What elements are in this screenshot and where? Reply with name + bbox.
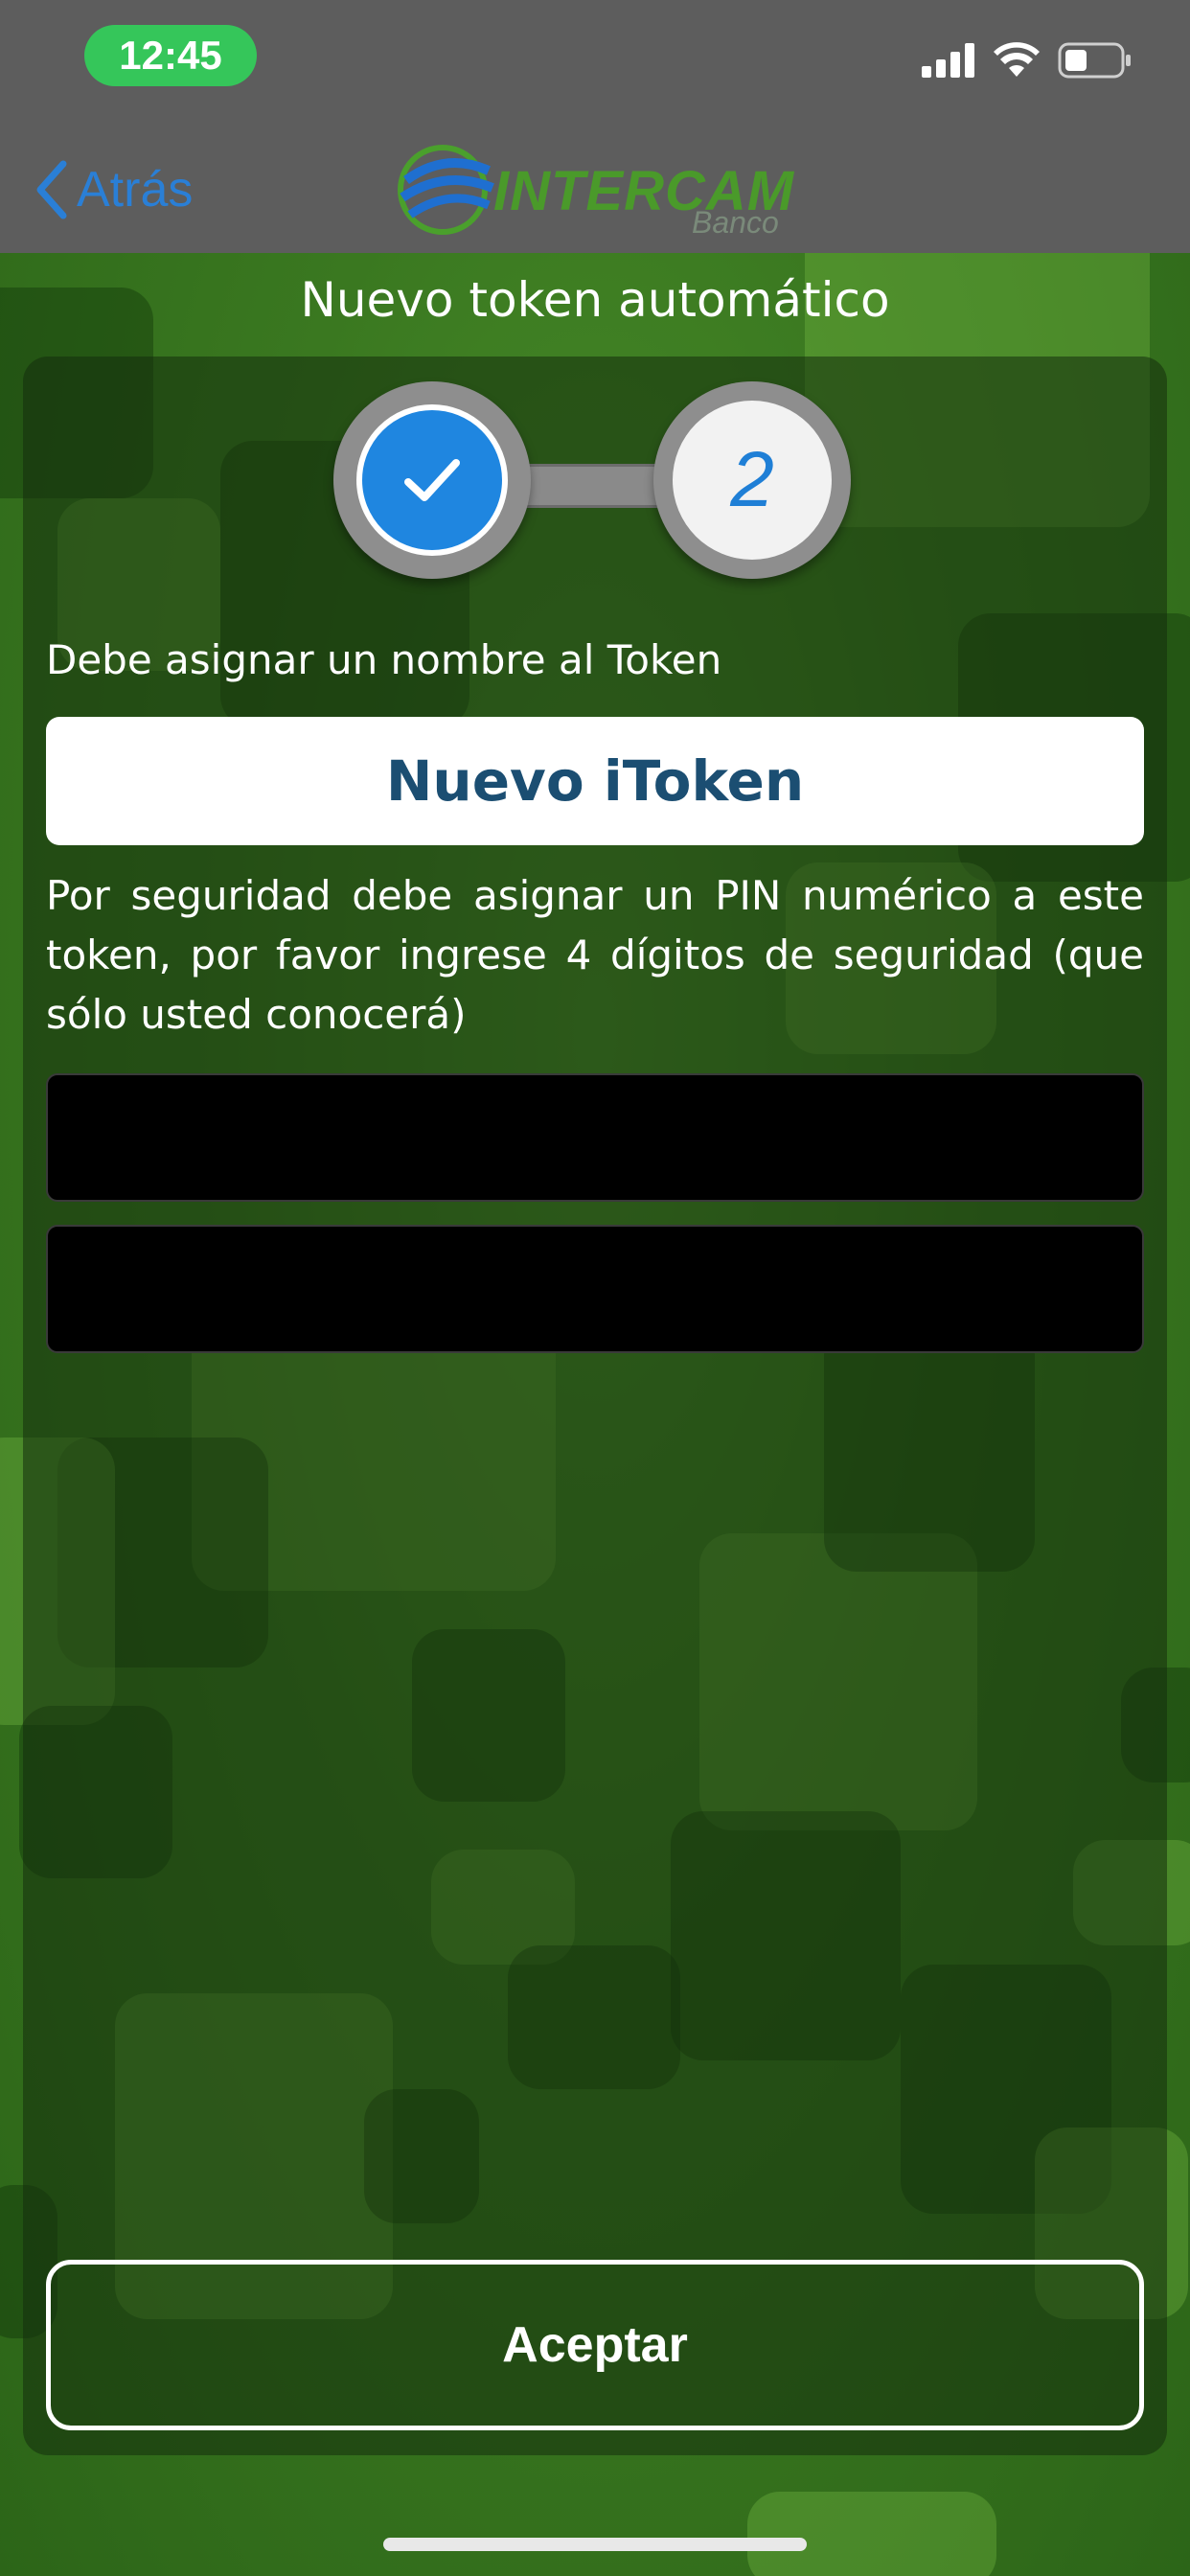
logo-subtext: Banco [692,205,779,240]
battery-icon [1058,42,1131,79]
signal-icon [922,43,974,78]
token-name-label: Debe asignar un nombre al Token [46,636,722,683]
step-2-current: 2 [653,381,851,579]
back-button[interactable]: Atrás [34,159,193,220]
pin-description: Por seguridad debe asignar un PIN numéri… [46,872,1144,1038]
step-1-complete [333,381,531,579]
back-label: Atrás [77,162,194,218]
globe-icon [398,145,494,235]
pin-confirm-input[interactable] [46,1225,1144,1353]
pin-input[interactable] [46,1073,1144,1202]
token-name-input[interactable] [46,717,1144,845]
accept-button[interactable]: Aceptar [46,2260,1144,2430]
status-icons [922,42,1133,79]
progress-stepper: 2 [333,381,851,588]
checkmark-icon [404,459,460,501]
step-2-number: 2 [673,401,832,560]
intercam-logo: INTERCAM Banco [393,142,795,240]
wifi-icon [994,42,1040,77]
chevron-left-icon [36,160,67,219]
home-indicator[interactable] [383,2538,807,2551]
page-title: Nuevo token automático [300,272,890,328]
status-time: 12:45 [84,25,257,86]
